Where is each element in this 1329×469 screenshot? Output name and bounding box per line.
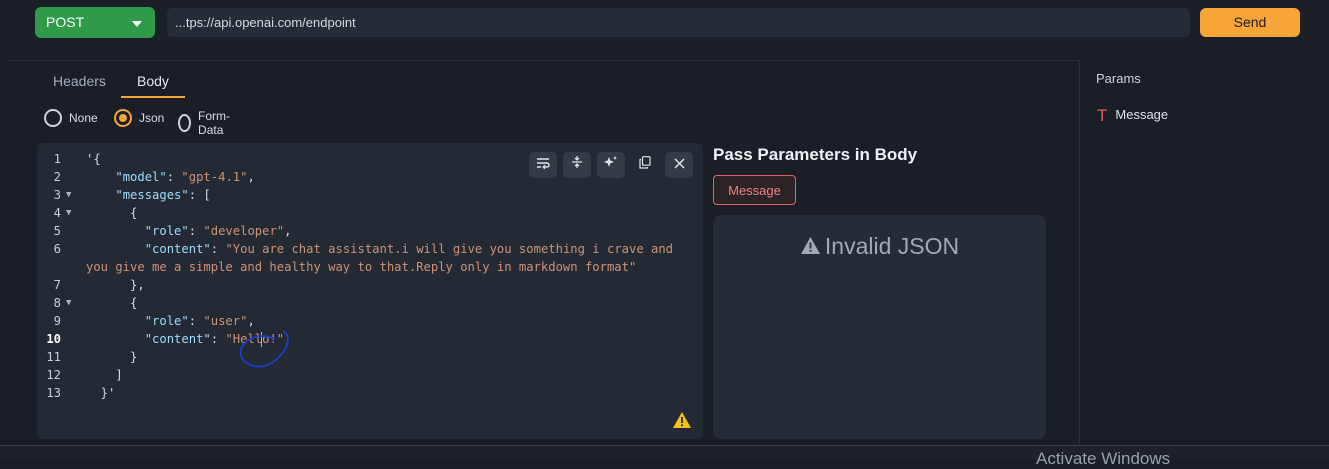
line-number: 12 (46, 368, 61, 382)
line-number: 7 (53, 278, 61, 292)
radio-label: Json (139, 111, 165, 125)
panel-divider (1079, 60, 1080, 445)
wrap-lines-icon[interactable] (529, 152, 557, 178)
code-text: "messages": [ (115, 188, 211, 202)
radio-json[interactable]: Json (114, 109, 164, 127)
code-text: "role": "user", (144, 314, 255, 328)
chevron-down-icon (132, 21, 142, 27)
radio-circle (178, 114, 192, 132)
line-number: 1 (53, 152, 61, 166)
code-text: }, (86, 278, 145, 292)
request-bar: POST ...tps://api.openai.com/endpoint Se… (0, 0, 1329, 44)
send-button[interactable]: Send (1200, 8, 1300, 37)
method-select[interactable]: POST (35, 7, 155, 38)
line-number: 13 (46, 386, 61, 400)
sparkle-format-icon[interactable] (597, 152, 625, 178)
param-label: Message (1115, 107, 1169, 122)
radio-circle (114, 109, 132, 127)
method-label: POST (46, 14, 85, 30)
line-number: 10 (46, 332, 61, 346)
code-text: { (86, 296, 138, 310)
url-input[interactable]: ...tps://api.openai.com/endpoint (167, 8, 1190, 37)
message-param-chip[interactable]: Message (713, 175, 796, 205)
tab-body[interactable]: Body (137, 73, 169, 89)
invalid-json-message: Invalid JSON (713, 233, 1046, 260)
line-number: 5 (53, 224, 61, 238)
fold-toggle-icon[interactable]: ▼ (66, 186, 71, 204)
url-value: ...tps://api.openai.com/endpoint (175, 15, 356, 30)
line-number: 8 (53, 296, 61, 310)
code-text: "role": "developer", (144, 224, 292, 238)
code-text: you give me a simple and healthy way to … (86, 260, 637, 274)
line-number: 2 (53, 170, 61, 184)
invalid-json-text: Invalid JSON (824, 233, 960, 259)
line-number: 6 (53, 242, 61, 256)
line-number: 9 (53, 314, 61, 328)
radio-circle (44, 109, 62, 127)
param-item-message[interactable]: T Message (1097, 106, 1168, 126)
line-number: 3 (53, 188, 61, 202)
collapse-icon[interactable] (563, 152, 591, 178)
code-text: } (86, 350, 138, 364)
code-text: "model": "gpt-4.1", (115, 170, 255, 184)
tab-headers[interactable]: Headers (53, 73, 106, 89)
line-number: 11 (46, 350, 61, 364)
radio-label: None (69, 111, 98, 125)
pass-params-title: Pass Parameters in Body (713, 145, 918, 164)
fold-toggle-icon[interactable]: ▼ (66, 204, 71, 222)
warning-icon (672, 411, 692, 434)
line-number: 4 (53, 206, 61, 220)
activate-windows-watermark: Activate Windows (1036, 449, 1171, 468)
radio-none[interactable]: None (44, 109, 98, 127)
close-icon[interactable] (665, 152, 693, 178)
params-title: Params (1096, 71, 1141, 86)
text-type-icon: T (1097, 106, 1108, 125)
json-editor[interactable]: 1 '{ 2 "model": "gpt-4.1", 3 ▼ "messages": [… (37, 143, 703, 439)
copy-icon[interactable] (631, 152, 659, 178)
warning-icon (800, 237, 820, 254)
radio-label: Form-Data (198, 109, 231, 137)
radio-form-data[interactable]: Form-Data (178, 109, 235, 137)
preview-box: Invalid JSON (713, 215, 1046, 439)
code-text: { (86, 206, 138, 220)
code-text: }' (86, 386, 116, 400)
code-text: '{ (86, 152, 101, 166)
fold-toggle-icon[interactable]: ▼ (66, 294, 71, 312)
code-text: "content": "You are chat assistant.i wil… (144, 242, 674, 256)
active-tab-indicator (121, 96, 185, 98)
code-text: ] (86, 368, 123, 382)
pen-annotation (237, 327, 293, 376)
